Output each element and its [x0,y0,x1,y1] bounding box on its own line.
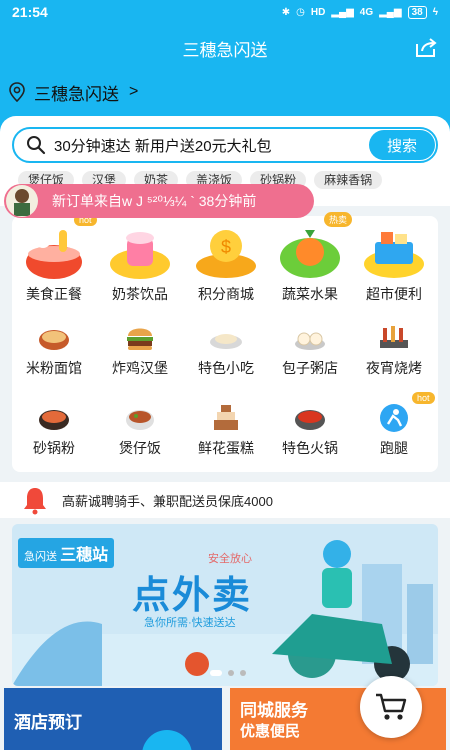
order-toast: 新订单来自w J ⁵²⁰⅓¼ ` 38分钟前 [4,184,314,218]
banner-brand-prefix: 急闪送 [24,551,57,563]
category-label: 包子粥店 [282,360,338,376]
pagination-dot [210,670,222,676]
location-name: 三穗急闪送 [34,84,119,104]
category-label: 炸鸡汉堡 [112,360,168,376]
category-meishi[interactable]: 美食正餐 [12,224,96,304]
category-label: 跑腿 [380,440,408,456]
category-label: 夜宵烧烤 [366,360,422,376]
dumpling-plate-icon [208,322,244,354]
banner-slogan: 点外卖 [132,575,253,617]
category-label: 米粉面馆 [26,360,82,376]
category-paotui[interactable]: 跑腿 [352,402,436,458]
svg-text:$: $ [221,237,231,257]
fruit-icon [277,224,343,280]
battery-indicator: 38 [407,5,427,19]
category-naicha[interactable]: 奶茶饮品 [98,224,182,304]
category-label: 蔬菜水果 [282,286,338,302]
rice-bowl-icon [122,402,158,434]
hotpot-icon [292,402,328,434]
noodle-icon [36,322,72,354]
category-zhaji[interactable]: 炸鸡汉堡 [98,322,182,378]
search-button[interactable]: 搜索 [369,130,435,160]
category-label: 砂锅粉 [33,440,75,456]
burger-icon [122,322,158,354]
search-input[interactable]: 30分钟速达 新用户送20元大礼包 [54,135,369,156]
category-chaoshi[interactable]: 超市便利 [352,224,436,304]
hot-badge: hot [412,392,435,404]
signal-icon-2: ▂▄▆ [379,6,402,18]
category-shaokao[interactable]: 夜宵烧烤 [352,322,436,378]
runner-icon [376,402,412,434]
category-xiaochi[interactable]: 特色小吃 [184,322,268,378]
notice-text: 高薪诚聘骑手、兼职配送员保底4000 [62,493,273,509]
location-selector[interactable]: 三穗急闪送 > [8,80,138,104]
category-label: 积分商城 [198,286,254,302]
pagination-dot [228,670,234,676]
drink-icon [107,224,173,280]
bell-icon [24,488,46,515]
hot-tag[interactable]: 麻辣香锅 [314,171,383,189]
category-label: 奶茶饮品 [112,286,168,302]
bluetooth-icon: ✱ [281,6,291,18]
alarm-icon: ◷ [296,6,305,18]
category-grid: 美食正餐 hot 奶茶饮品 $ 积分商城 蔬菜水果 热卖 超市便利 米粉面馆 炸… [12,212,438,472]
notice-bar[interactable]: 高薪诚聘骑手、兼职配送员保底4000 [0,482,450,518]
bun-icon [292,322,328,354]
search-bar[interactable]: 30分钟速达 新用户送20元大礼包 搜索 [12,127,438,163]
category-label: 鲜花蛋糕 [198,440,254,456]
category-baozi[interactable]: 包子粥店 [268,322,352,378]
pagination-dot [240,670,246,676]
basket-icon [361,224,427,280]
promo-title: 同城服务 [240,701,308,720]
cake-icon [208,402,244,434]
avatar [6,185,38,217]
hot-sale-badge: 热卖 [324,212,353,227]
category-huoguo[interactable]: 特色火锅 [268,402,352,458]
toast-text: 新订单来自w J ⁵²⁰⅓¼ ` 38分钟前 [52,193,257,209]
banner-brand-name: 三穗站 [60,547,109,564]
promo-title: 酒店预订 [14,713,82,732]
category-jifen[interactable]: $ 积分商城 [184,224,268,304]
network-label-1: HD [310,6,326,18]
bowl-icon [21,224,87,280]
category-baozaifan[interactable]: 煲仔饭 [98,402,182,458]
promo-banner[interactable]: 急闪送 三穗站 安全放心 点外卖 急你所需·快速送达 [12,524,438,686]
hotel-promo[interactable]: 酒店预订 [4,688,222,750]
share-icon[interactable] [414,36,438,58]
banner-subtitle: 急你所需·快速送达 [144,617,236,629]
status-bar: 21:54 ✱ ◷ HD ▂▄▆ 4G ▂▄▆ 38 ϟ [0,0,450,24]
promo-subtitle: 优惠便民 [240,723,301,740]
search-icon [27,136,46,155]
status-icons: ✱ ◷ HD ▂▄▆ 4G ▂▄▆ 38 ϟ [281,5,438,19]
chevron-right-icon: > [129,83,139,100]
charging-icon: ϟ [432,6,438,18]
network-label-2: 4G [359,6,374,18]
title-bar: 三穗急闪送 [0,28,450,68]
category-label: 特色火锅 [282,440,338,456]
page-title: 三穗急闪送 [182,40,268,60]
category-dangao[interactable]: 鲜花蛋糕 [184,402,268,458]
category-label: 美食正餐 [26,286,82,302]
category-label: 煲仔饭 [119,440,161,456]
category-shaguofen[interactable]: 砂锅粉 [12,402,96,458]
category-label: 超市便利 [366,286,422,302]
cart-button[interactable] [360,676,422,738]
category-shucai[interactable]: 蔬菜水果 [268,224,352,304]
coins-icon: $ [193,224,259,280]
category-label: 特色小吃 [198,360,254,376]
status-time: 21:54 [12,4,48,20]
banner-brand: 急闪送 三穗站 [18,538,115,568]
category-mifen[interactable]: 米粉面馆 [12,322,96,378]
cart-icon [376,693,407,720]
bbq-icon [376,322,412,354]
clay-pot-icon [36,402,72,434]
signal-icon: ▂▄▆ [331,6,354,18]
banner-pagination [210,670,246,676]
location-pin-icon [9,82,25,102]
